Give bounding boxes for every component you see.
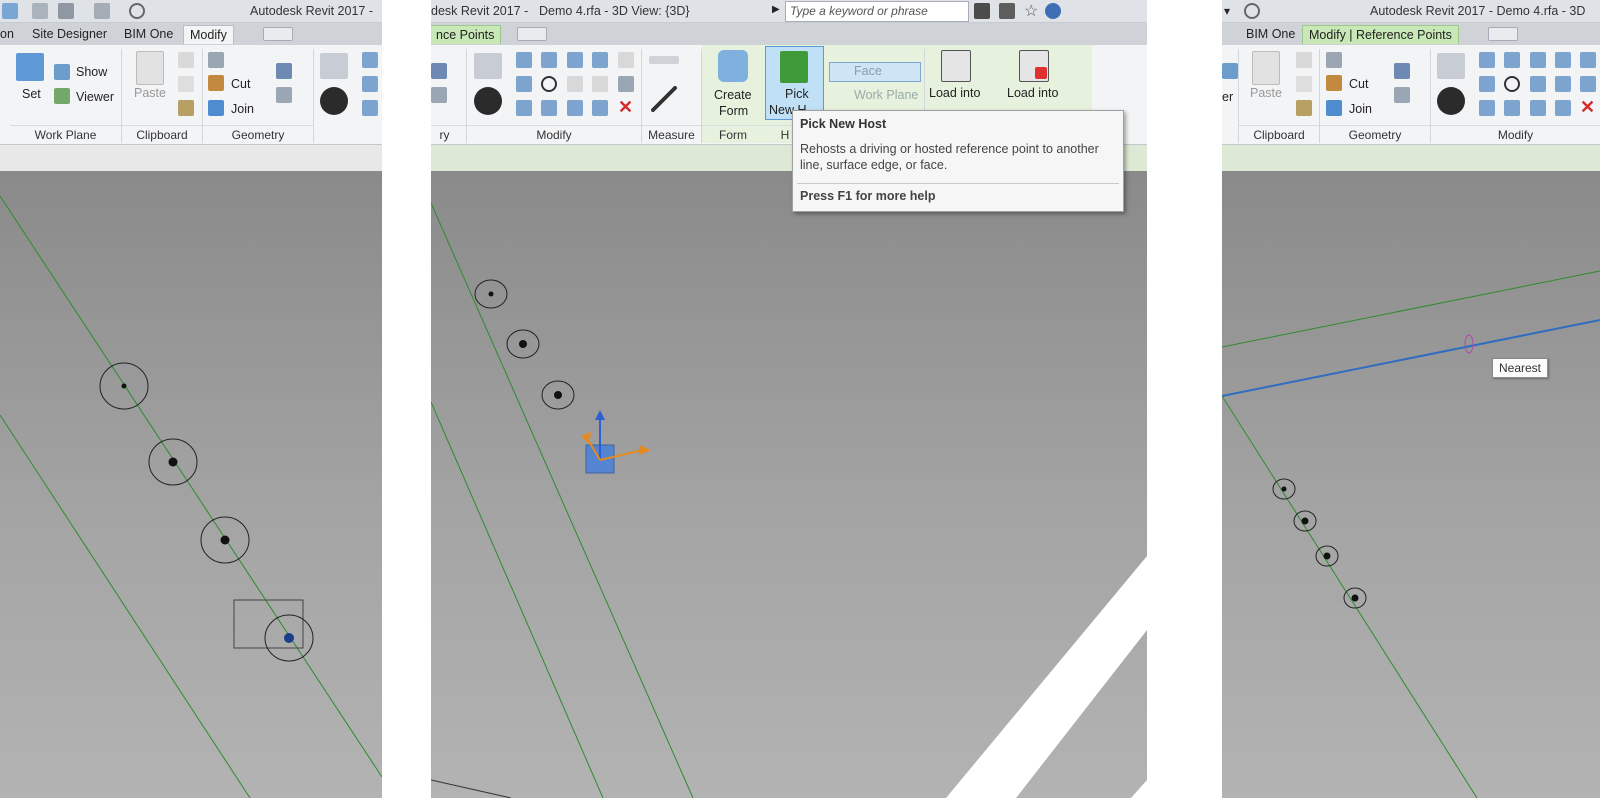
reference-point[interactable] (99, 362, 149, 410)
reference-point[interactable] (474, 279, 508, 309)
reference-line (0, 195, 382, 778)
reference-point[interactable] (1272, 478, 1296, 500)
reference-point[interactable] (1293, 510, 1317, 532)
reference-point[interactable] (506, 329, 540, 359)
surface-edge (431, 779, 512, 798)
reference-line (431, 202, 694, 798)
right-revit-window: ▾ Autodesk Revit 2017 - Demo 4.rfa - 3D … (1222, 0, 1600, 798)
snap-point-marker (1464, 334, 1474, 354)
middle-revit-window: desk Revit 2017 - Demo 4.rfa - 3D View: … (431, 0, 1147, 798)
reference-line-2 (0, 414, 251, 798)
reference-line-2 (1222, 395, 1478, 798)
white-surface-edge-2 (1131, 780, 1147, 798)
tooltip-description: Rehosts a driving or hosted reference po… (800, 142, 1099, 172)
reference-point-selected[interactable] (264, 614, 314, 662)
left-revit-window: Autodesk Revit 2017 - on Site Designer B… (0, 0, 382, 798)
reference-point[interactable] (541, 380, 575, 410)
left-scene (0, 195, 382, 798)
reference-line-2 (431, 401, 604, 798)
pick-new-host-tooltip: Pick New Host Rehosts a driving or hoste… (792, 110, 1124, 212)
white-surface-edge (946, 556, 1147, 798)
snap-tooltip-nearest: Nearest (1492, 358, 1549, 378)
tooltip-divider (797, 183, 1119, 184)
tooltip-title: Pick New Host (800, 117, 887, 131)
transform-gizmo[interactable] (581, 410, 651, 474)
reference-point[interactable] (1315, 545, 1339, 567)
tooltip-help-hint: Press F1 for more help (800, 189, 936, 203)
reference-point[interactable] (148, 438, 198, 486)
reference-point[interactable] (200, 516, 250, 564)
right-scene (1222, 270, 1600, 798)
reference-line (1222, 270, 1600, 348)
